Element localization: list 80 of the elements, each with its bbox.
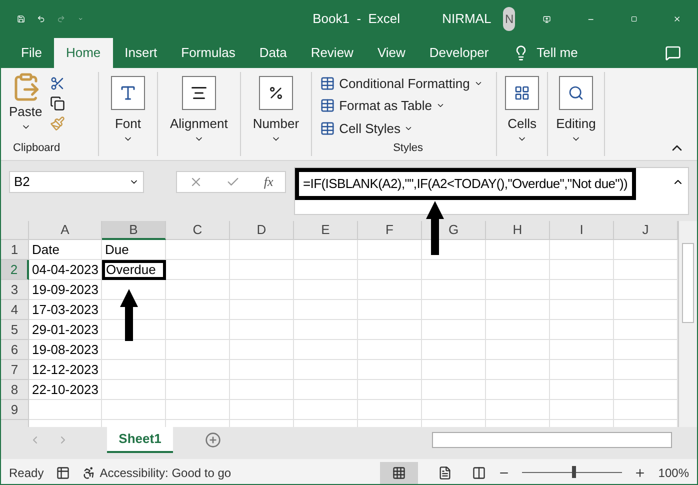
grid-cell[interactable] [29, 400, 102, 420]
page-layout-icon[interactable] [438, 466, 452, 480]
formula-field[interactable]: =IF(ISBLANK(A2),"",IF(A2<TODAY(),"Overdue","Not due")) [295, 168, 636, 200]
group-label: Styles [393, 140, 424, 156]
column-header[interactable]: B [102, 221, 166, 240]
function-icon[interactable]: fx [264, 172, 274, 192]
add-sheet-icon[interactable] [205, 432, 221, 448]
font-icon [111, 76, 145, 110]
row-header[interactable]: 6 [1, 340, 29, 360]
row-header[interactable]: 8 [1, 380, 29, 400]
annotation-arrow [425, 201, 445, 255]
window-title: Book1 - Excel [312, 10, 400, 28]
normal-view-icon[interactable] [392, 466, 406, 480]
ribbon-tab[interactable]: Developer [417, 38, 501, 68]
zoom-in-icon[interactable] [634, 466, 646, 478]
zoom-slider-thumb[interactable] [572, 466, 576, 478]
row-header[interactable]: 7 [1, 360, 29, 380]
alignment-button[interactable]: Alignment [162, 72, 236, 144]
grid-cell[interactable]: 29-01-2023 [29, 320, 102, 340]
copy-icon[interactable] [50, 96, 66, 111]
column-header[interactable]: E [294, 221, 358, 240]
font-button[interactable]: Font [103, 72, 153, 144]
table-style-icon [320, 76, 336, 91]
table-style-icon [320, 120, 336, 136]
styles-menu-button[interactable]: Cell Styles [320, 117, 496, 140]
row-header[interactable]: 5 [1, 320, 29, 340]
user-name: NIRMAL [442, 10, 492, 28]
grid-cell[interactable]: Due [102, 240, 166, 260]
sheet-tab[interactable]: Sheet1 [107, 427, 173, 453]
cut-icon[interactable] [50, 76, 66, 91]
paste-button[interactable]: Paste [9, 72, 42, 140]
accessibility-icon[interactable] [82, 466, 96, 480]
row-header[interactable]: 3 [1, 280, 29, 300]
row-header[interactable]: 2 [1, 260, 29, 280]
annotation-arrow [119, 289, 139, 341]
grid-cell[interactable]: 17-03-2023 [29, 300, 102, 320]
cells-button[interactable]: Cells [497, 72, 548, 144]
grid-cell[interactable]: 19-08-2023 [29, 340, 102, 360]
cells-icon [505, 76, 540, 110]
vertical-scrollbar[interactable] [678, 221, 697, 427]
page-break-icon[interactable] [472, 466, 486, 480]
accessibility-status[interactable]: Accessibility: Good to go [100, 464, 232, 482]
grid-cell[interactable]: Overdue [102, 260, 166, 280]
horizontal-scrollbar[interactable] [432, 432, 672, 448]
row-header[interactable]: 4 [1, 300, 29, 320]
styles-menu-button[interactable]: Conditional Formatting [320, 72, 496, 94]
ribbon-tab[interactable]: View [365, 38, 418, 68]
column-header[interactable]: F [358, 221, 422, 240]
ribbon-tab[interactable]: File [9, 38, 54, 68]
row-header[interactable]: 1 [1, 240, 29, 260]
table-style-icon [320, 98, 336, 114]
grid-cell[interactable]: 19-09-2023 [29, 280, 102, 300]
editing-icon [558, 76, 593, 110]
tell-me-button[interactable]: Tell me [528, 38, 586, 68]
group-label: Clipboard [12, 140, 62, 156]
macro-icon[interactable] [56, 466, 70, 480]
alignment-icon [182, 76, 216, 110]
number-icon [258, 76, 293, 110]
ribbon-tab[interactable]: Review [298, 38, 366, 68]
grid-cell[interactable]: 12-12-2023 [29, 360, 102, 380]
comments-icon[interactable] [665, 45, 681, 61]
column-header[interactable]: I [550, 221, 614, 240]
row-header[interactable]: 9 [1, 400, 29, 420]
column-header[interactable]: D [230, 221, 294, 240]
status-text: Ready [9, 464, 44, 482]
ribbon-tab[interactable]: Insert [112, 38, 170, 68]
column-header[interactable]: C [166, 221, 230, 240]
avatar: N [503, 7, 516, 31]
ribbon-tab[interactable]: Formulas [169, 38, 248, 68]
grid-cell[interactable]: Date [29, 240, 102, 260]
ribbon-tab[interactable]: Data [247, 38, 299, 68]
grid-cell[interactable]: 22-10-2023 [29, 380, 102, 400]
grid-cell[interactable]: 04-04-2023 [29, 260, 102, 280]
styles-menu-button[interactable]: Format as Table [320, 94, 496, 117]
column-header[interactable]: H [486, 221, 550, 240]
zoom-level[interactable]: 100% [658, 464, 689, 482]
name-box[interactable]: B2 [9, 171, 144, 193]
ribbon-tab[interactable]: Home [54, 38, 113, 68]
number-button[interactable]: Number [244, 72, 308, 144]
editing-button[interactable]: Editing [548, 72, 604, 144]
